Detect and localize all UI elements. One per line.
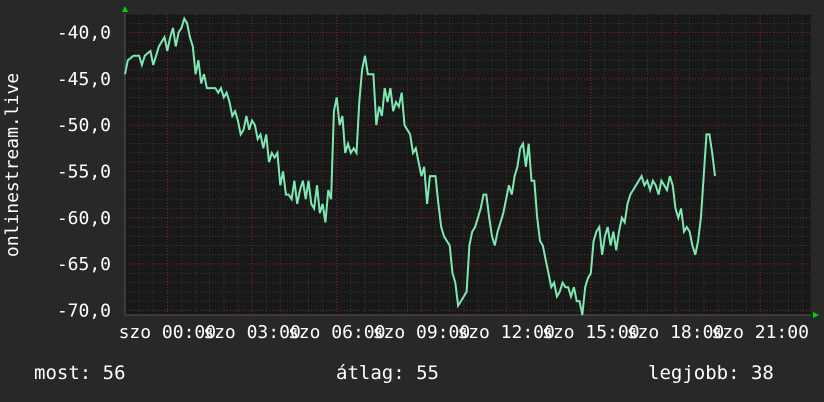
y-axis-arrow <box>122 6 128 12</box>
x-tick-label: szo 21:00 <box>711 322 809 343</box>
x-tick-label: szo 18:00 <box>627 322 725 343</box>
x-tick-label: szo 09:00 <box>373 322 471 343</box>
y-tick-label: -50,0 <box>57 115 111 136</box>
y-axis-label: onlinestream.live <box>2 73 23 257</box>
y-tick-label: -60,0 <box>57 208 111 229</box>
line-chart: -70,0 -65,0 -60,0 -55,0 -50,0 -45,0 -40,0 szo … <box>2 6 819 343</box>
y-tick-label: -40,0 <box>57 23 111 44</box>
x-tick-label: szo 06:00 <box>288 322 386 343</box>
x-tick-label: szo 03:00 <box>203 322 301 343</box>
best-value: legjobb: 38 <box>648 362 774 384</box>
y-tick-labels: -70,0 -65,0 -60,0 -55,0 -50,0 -45,0 -40,0 <box>57 23 111 322</box>
current-value: most: 56 <box>34 362 126 384</box>
average-value: átlag: 55 <box>336 362 439 384</box>
y-tick-label: -65,0 <box>57 254 111 275</box>
y-tick-label: -45,0 <box>57 69 111 90</box>
x-axis-arrow <box>813 312 819 318</box>
x-tick-label: szo 12:00 <box>457 322 555 343</box>
x-tick-labels: szo 00:00szo 03:00szo 06:00szo 09:00szo … <box>119 322 809 343</box>
x-tick-label: szo 15:00 <box>542 322 640 343</box>
x-tick-label: szo 00:00 <box>119 322 217 343</box>
y-tick-label: -55,0 <box>57 161 111 182</box>
y-tick-label: -70,0 <box>57 300 111 321</box>
